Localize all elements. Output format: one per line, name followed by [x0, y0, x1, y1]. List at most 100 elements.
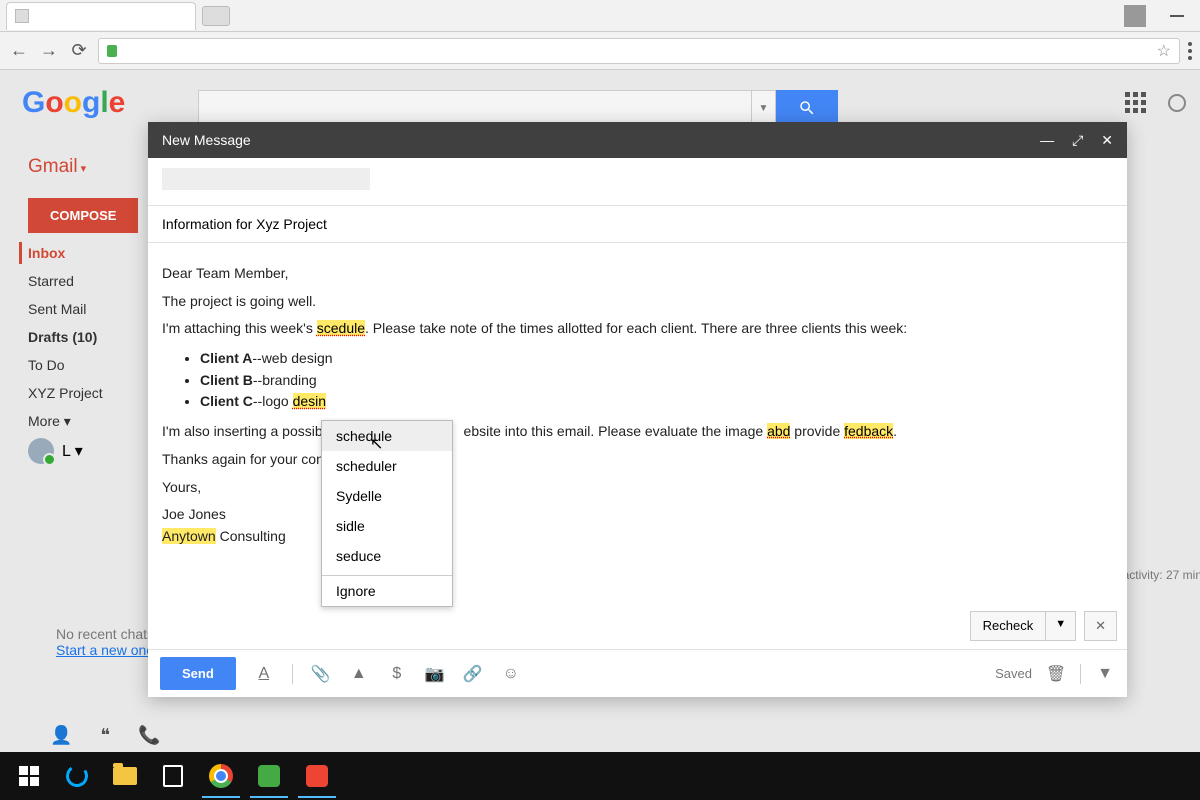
search-container: ▼ [198, 90, 838, 126]
search-button[interactable] [776, 90, 838, 126]
bookmark-star-icon[interactable]: ☆ [1157, 41, 1171, 61]
app-red-icon[interactable] [294, 754, 340, 798]
avatar-icon [28, 438, 54, 464]
fullscreen-icon[interactable]: ⤢ [1072, 132, 1083, 149]
page-icon [15, 9, 29, 23]
more-options-icon[interactable]: ▼ [1095, 664, 1115, 684]
address-bar[interactable]: ☆ [98, 38, 1180, 64]
misspelling-anytown[interactable]: Anytown [162, 528, 216, 544]
suggestion-item[interactable]: scheduler [322, 451, 452, 481]
user-label: L ▾ [62, 441, 83, 461]
link-icon[interactable]: 🔗 [463, 664, 483, 684]
send-button[interactable]: Send [160, 657, 236, 690]
chrome-taskbar-icon[interactable] [198, 754, 244, 798]
spellcheck-bar: Recheck ▼ ✕ [148, 603, 1127, 649]
nav-todo[interactable]: To Do [28, 354, 103, 376]
nav-more[interactable]: More ▾ [28, 410, 103, 433]
body-p2: I'm attaching this week's scedule. Pleas… [162, 318, 1113, 340]
search-dropdown-icon[interactable]: ▼ [751, 91, 775, 125]
money-icon[interactable]: $ [387, 664, 407, 684]
list-item: Client A--web design [200, 348, 1113, 370]
window-minimize-icon[interactable] [1170, 15, 1184, 17]
list-item: Client C--logo desin [200, 391, 1113, 413]
misspelling-scedule[interactable]: scedule [317, 320, 365, 336]
nav-drafts[interactable]: Drafts (10) [28, 326, 103, 348]
drive-icon[interactable]: ▲ [349, 664, 369, 684]
compose-toolbar: Send A 📎 ▲ $ 📷 🔗 ☺ Saved 🗑 ▼ [148, 649, 1127, 697]
recheck-close-icon[interactable]: ✕ [1084, 611, 1117, 641]
browser-tab[interactable] [6, 2, 196, 30]
body-closing: Yours, [162, 477, 1113, 499]
browser-toolbar: ← → ⟳ ☆ [0, 32, 1200, 70]
sidebar-nav: Inbox Starred Sent Mail Drafts (10) To D… [28, 242, 103, 433]
compose-title: New Message [162, 132, 251, 148]
gmail-app: Google ▼ Gmail COMPOSE Inbox Starred Sen… [0, 70, 1200, 752]
recheck-dropdown-icon[interactable]: ▼ [1046, 611, 1076, 641]
minimize-icon[interactable]: — [1040, 132, 1054, 149]
reload-button[interactable]: ⟳ [68, 40, 90, 62]
ignore-option[interactable]: Ignore [322, 575, 452, 606]
hangouts-icon[interactable]: ❝ [100, 725, 110, 746]
emoji-icon[interactable]: ☺ [501, 664, 521, 684]
chrome-menu-icon[interactable] [1188, 42, 1192, 60]
recheck-button[interactable]: Recheck [970, 611, 1047, 641]
message-body[interactable]: Dear Team Member, The project is going w… [148, 243, 1127, 603]
explorer-icon[interactable] [102, 754, 148, 798]
suggestion-item[interactable]: schedule [322, 421, 452, 451]
recipient-chip[interactable] [162, 168, 370, 190]
photo-icon[interactable]: 📷 [425, 664, 445, 684]
body-greeting: Dear Team Member, [162, 263, 1113, 285]
compose-window: New Message — ⤢ ✕ Information for Xyz Pr… [148, 122, 1127, 697]
signature: Joe Jones Anytown Consulting [162, 504, 1113, 547]
compose-header[interactable]: New Message — ⤢ ✕ [148, 122, 1127, 158]
hangouts-user[interactable]: L ▾ [28, 438, 83, 464]
phone-icon[interactable]: 📞 [138, 725, 160, 746]
nav-starred[interactable]: Starred [28, 270, 103, 292]
suggestion-item[interactable]: sidle [322, 511, 452, 541]
back-button[interactable]: ← [8, 40, 30, 62]
new-tab-button[interactable] [202, 6, 230, 26]
apps-grid-icon[interactable] [1125, 92, 1146, 113]
close-icon[interactable]: ✕ [1101, 132, 1113, 149]
body-p1: The project is going well. [162, 291, 1113, 313]
browser-tab-strip [0, 0, 1200, 32]
misspelling-desin[interactable]: desin [293, 393, 326, 409]
misspelling-abd[interactable]: abd [767, 423, 790, 439]
nav-xyz[interactable]: XYZ Project [28, 382, 103, 404]
discard-icon[interactable]: 🗑 [1046, 664, 1066, 684]
windows-taskbar [0, 752, 1200, 800]
app-green-icon[interactable] [246, 754, 292, 798]
attach-icon[interactable]: 📎 [311, 664, 331, 684]
body-p3: I'm also inserting a possibleebsite into… [162, 421, 1113, 443]
nav-inbox[interactable]: Inbox [19, 242, 103, 264]
start-button[interactable] [6, 754, 52, 798]
notifications-icon[interactable] [1168, 94, 1186, 112]
search-icon [798, 99, 816, 117]
suggestion-item[interactable]: seduce [322, 541, 452, 571]
store-icon[interactable] [150, 754, 196, 798]
chrome-profile-icon[interactable] [1124, 5, 1146, 27]
recipients-field[interactable] [148, 158, 1127, 206]
compose-button[interactable]: COMPOSE [28, 198, 138, 233]
gmail-brand[interactable]: Gmail [28, 156, 86, 178]
suggestion-item[interactable]: Sydelle [322, 481, 452, 511]
client-list: Client A--web design Client B--branding … [200, 348, 1113, 413]
activity-text: t activity: 27 min [1116, 568, 1200, 582]
google-logo: Google [22, 86, 125, 120]
saved-label: Saved [995, 666, 1032, 681]
nav-sent[interactable]: Sent Mail [28, 298, 103, 320]
formatting-icon[interactable]: A [254, 664, 274, 684]
forward-button[interactable]: → [38, 40, 60, 62]
subject-field[interactable]: Information for Xyz Project [148, 206, 1127, 243]
misspelling-fedback[interactable]: fedback [844, 423, 893, 439]
chat-empty-state: No recent chats Start a new one [56, 626, 154, 658]
start-chat-link[interactable]: Start a new one [56, 642, 154, 658]
body-p4: Thanks again for your contril [162, 449, 1113, 471]
spellcheck-menu: schedule scheduler Sydelle sidle seduce … [321, 420, 453, 607]
contacts-icon[interactable]: 👤 [50, 725, 72, 746]
chat-empty-text: No recent chats [56, 626, 154, 642]
edge-icon[interactable] [54, 754, 100, 798]
search-input[interactable]: ▼ [198, 90, 776, 126]
lock-icon [107, 45, 117, 57]
list-item: Client B--branding [200, 370, 1113, 392]
